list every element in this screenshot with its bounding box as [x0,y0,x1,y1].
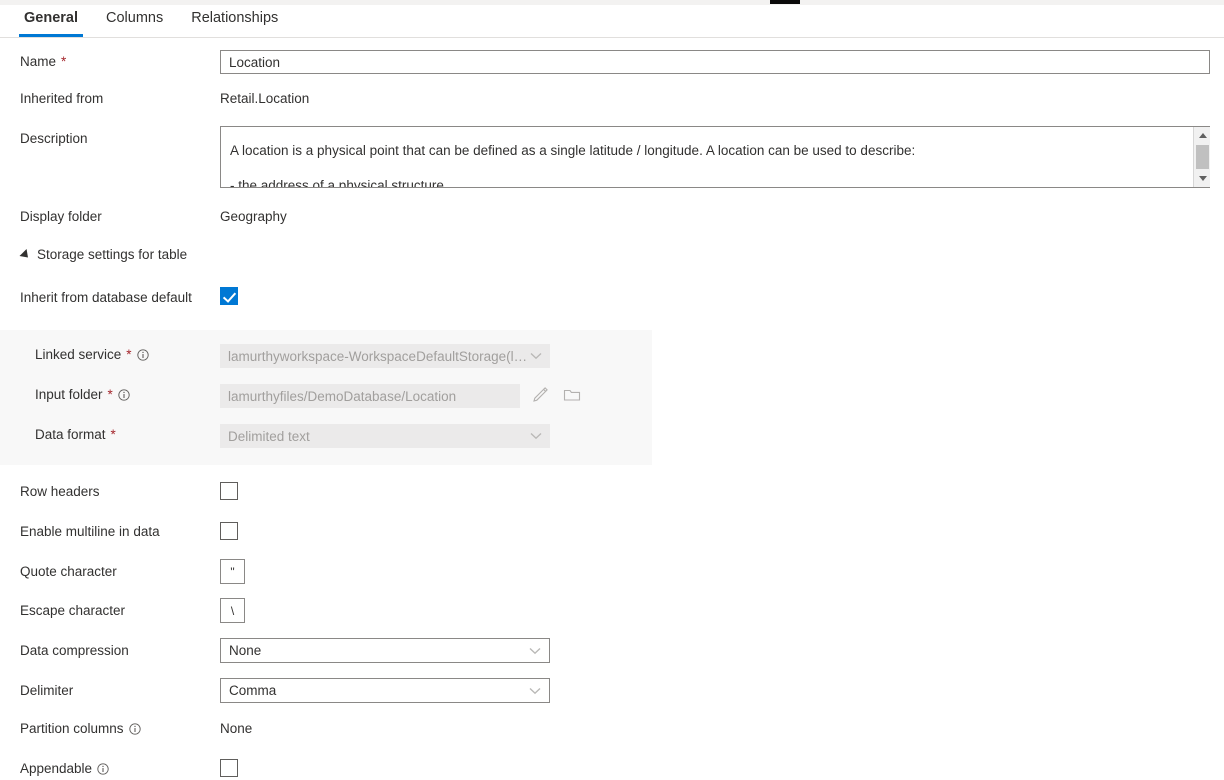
data-compression-label: Data compression [20,643,129,658]
tab-relationships[interactable]: Relationships [177,5,292,37]
input-folder-required-mark: * [108,387,113,402]
enable-multiline-label: Enable multiline in data [20,524,160,539]
partition-columns-label: Partition columns [20,721,141,736]
name-required-mark: * [61,54,66,69]
row-quote-character: Quote character [0,559,1224,585]
data-compression-value: None [229,643,261,658]
delimiter-value: Comma [229,683,276,698]
row-partition-columns: Partition columns None [0,718,1224,742]
row-data-compression: Data compression None [0,638,1224,664]
folder-icon[interactable] [561,384,583,406]
row-escape-character: Escape character [0,598,1224,624]
description-textarea[interactable]: A location is a physical point that can … [220,126,1210,188]
quote-character-label: Quote character [20,564,117,579]
chevron-down-icon [530,432,542,440]
scroll-down-arrow-icon[interactable] [1194,170,1211,187]
row-storage-settings: Storage settings for table [0,245,1224,267]
row-name: Name * [0,48,1224,80]
linked-service-label: Linked service * [35,347,149,362]
row-input-folder: Input folder * lamurthyfiles/DemoDatabas… [0,383,1224,409]
linked-service-info-icon[interactable] [137,349,149,361]
chevron-down-icon [530,352,542,360]
linked-service-required-mark: * [126,347,131,362]
scrollbar-thumb[interactable] [1196,145,1209,169]
tab-columns[interactable]: Columns [92,5,177,37]
row-description: Description A location is a physical poi… [0,126,1224,192]
data-compression-dropdown[interactable]: None [220,638,550,663]
data-format-label: Data format * [35,427,116,442]
input-folder-label: Input folder * [35,387,130,402]
enable-multiline-checkbox[interactable] [220,522,238,540]
appendable-info-icon[interactable] [97,763,109,775]
linked-service-value: lamurthyworkspace-WorkspaceDefaultStorag… [228,349,530,364]
tab-bar: General Columns Relationships [0,5,1224,38]
input-folder-field: lamurthyfiles/DemoDatabase/Location [220,384,520,408]
escape-character-label: Escape character [20,603,125,618]
name-label: Name * [20,54,66,69]
row-appendable: Appendable [0,757,1224,780]
row-inherited-from: Inherited from Retail.Location [0,88,1224,112]
partition-columns-value: None [220,721,252,736]
tab-relationships-label: Relationships [191,10,278,26]
chevron-down-icon [529,647,541,655]
description-line-3: - the address of a physical structure [230,168,1200,188]
row-linked-service: Linked service * lamurthyworkspace-Works… [0,343,1224,369]
tab-columns-label: Columns [106,10,163,26]
tab-general-label: General [24,10,78,26]
data-format-value: Delimited text [228,429,310,444]
caret-expanded-icon [19,248,31,260]
scroll-up-arrow-icon[interactable] [1194,127,1211,144]
display-folder-value: Geography [220,209,287,224]
quote-character-input[interactable] [220,559,245,584]
tab-general[interactable]: General [10,5,92,37]
partition-columns-info-icon[interactable] [129,723,141,735]
appendable-checkbox[interactable] [220,759,238,777]
data-format-required-mark: * [111,427,116,442]
storage-settings-toggle[interactable]: Storage settings for table [22,247,187,262]
row-row-headers: Row headers [0,480,1224,504]
description-line-1: A location is a physical point that can … [230,133,1200,168]
inherit-default-checkbox[interactable] [220,287,238,305]
data-format-dropdown: Delimited text [220,424,550,448]
row-enable-multiline: Enable multiline in data [0,520,1224,544]
name-input[interactable] [220,50,1210,74]
input-folder-info-icon[interactable] [118,389,130,401]
inherit-default-label: Inherit from database default [20,290,192,305]
display-folder-label: Display folder [20,209,102,224]
chevron-down-icon [529,687,541,695]
row-data-format: Data format * Delimited text [0,423,1224,449]
linked-service-dropdown: lamurthyworkspace-WorkspaceDefaultStorag… [220,344,550,368]
general-form: Name * Inherited from Retail.Location De… [0,38,1224,780]
delimiter-dropdown[interactable]: Comma [220,678,550,703]
pencil-icon[interactable] [529,384,551,406]
row-headers-label: Row headers [20,484,100,499]
row-inherit-default: Inherit from database default [0,286,1224,310]
description-scrollbar[interactable] [1193,127,1210,187]
inherited-from-label: Inherited from [20,91,103,106]
escape-character-input[interactable] [220,598,245,623]
inherited-from-value: Retail.Location [220,91,309,106]
delimiter-label: Delimiter [20,683,73,698]
row-headers-checkbox[interactable] [220,482,238,500]
appendable-label: Appendable [20,761,109,776]
description-label: Description [20,131,88,146]
row-delimiter: Delimiter Comma [0,678,1224,704]
table-properties-page: General Columns Relationships Name * Inh… [0,0,1224,780]
top-edge-marker [770,0,800,4]
row-display-folder: Display folder Geography [0,206,1224,230]
storage-settings-label: Storage settings for table [37,247,187,262]
